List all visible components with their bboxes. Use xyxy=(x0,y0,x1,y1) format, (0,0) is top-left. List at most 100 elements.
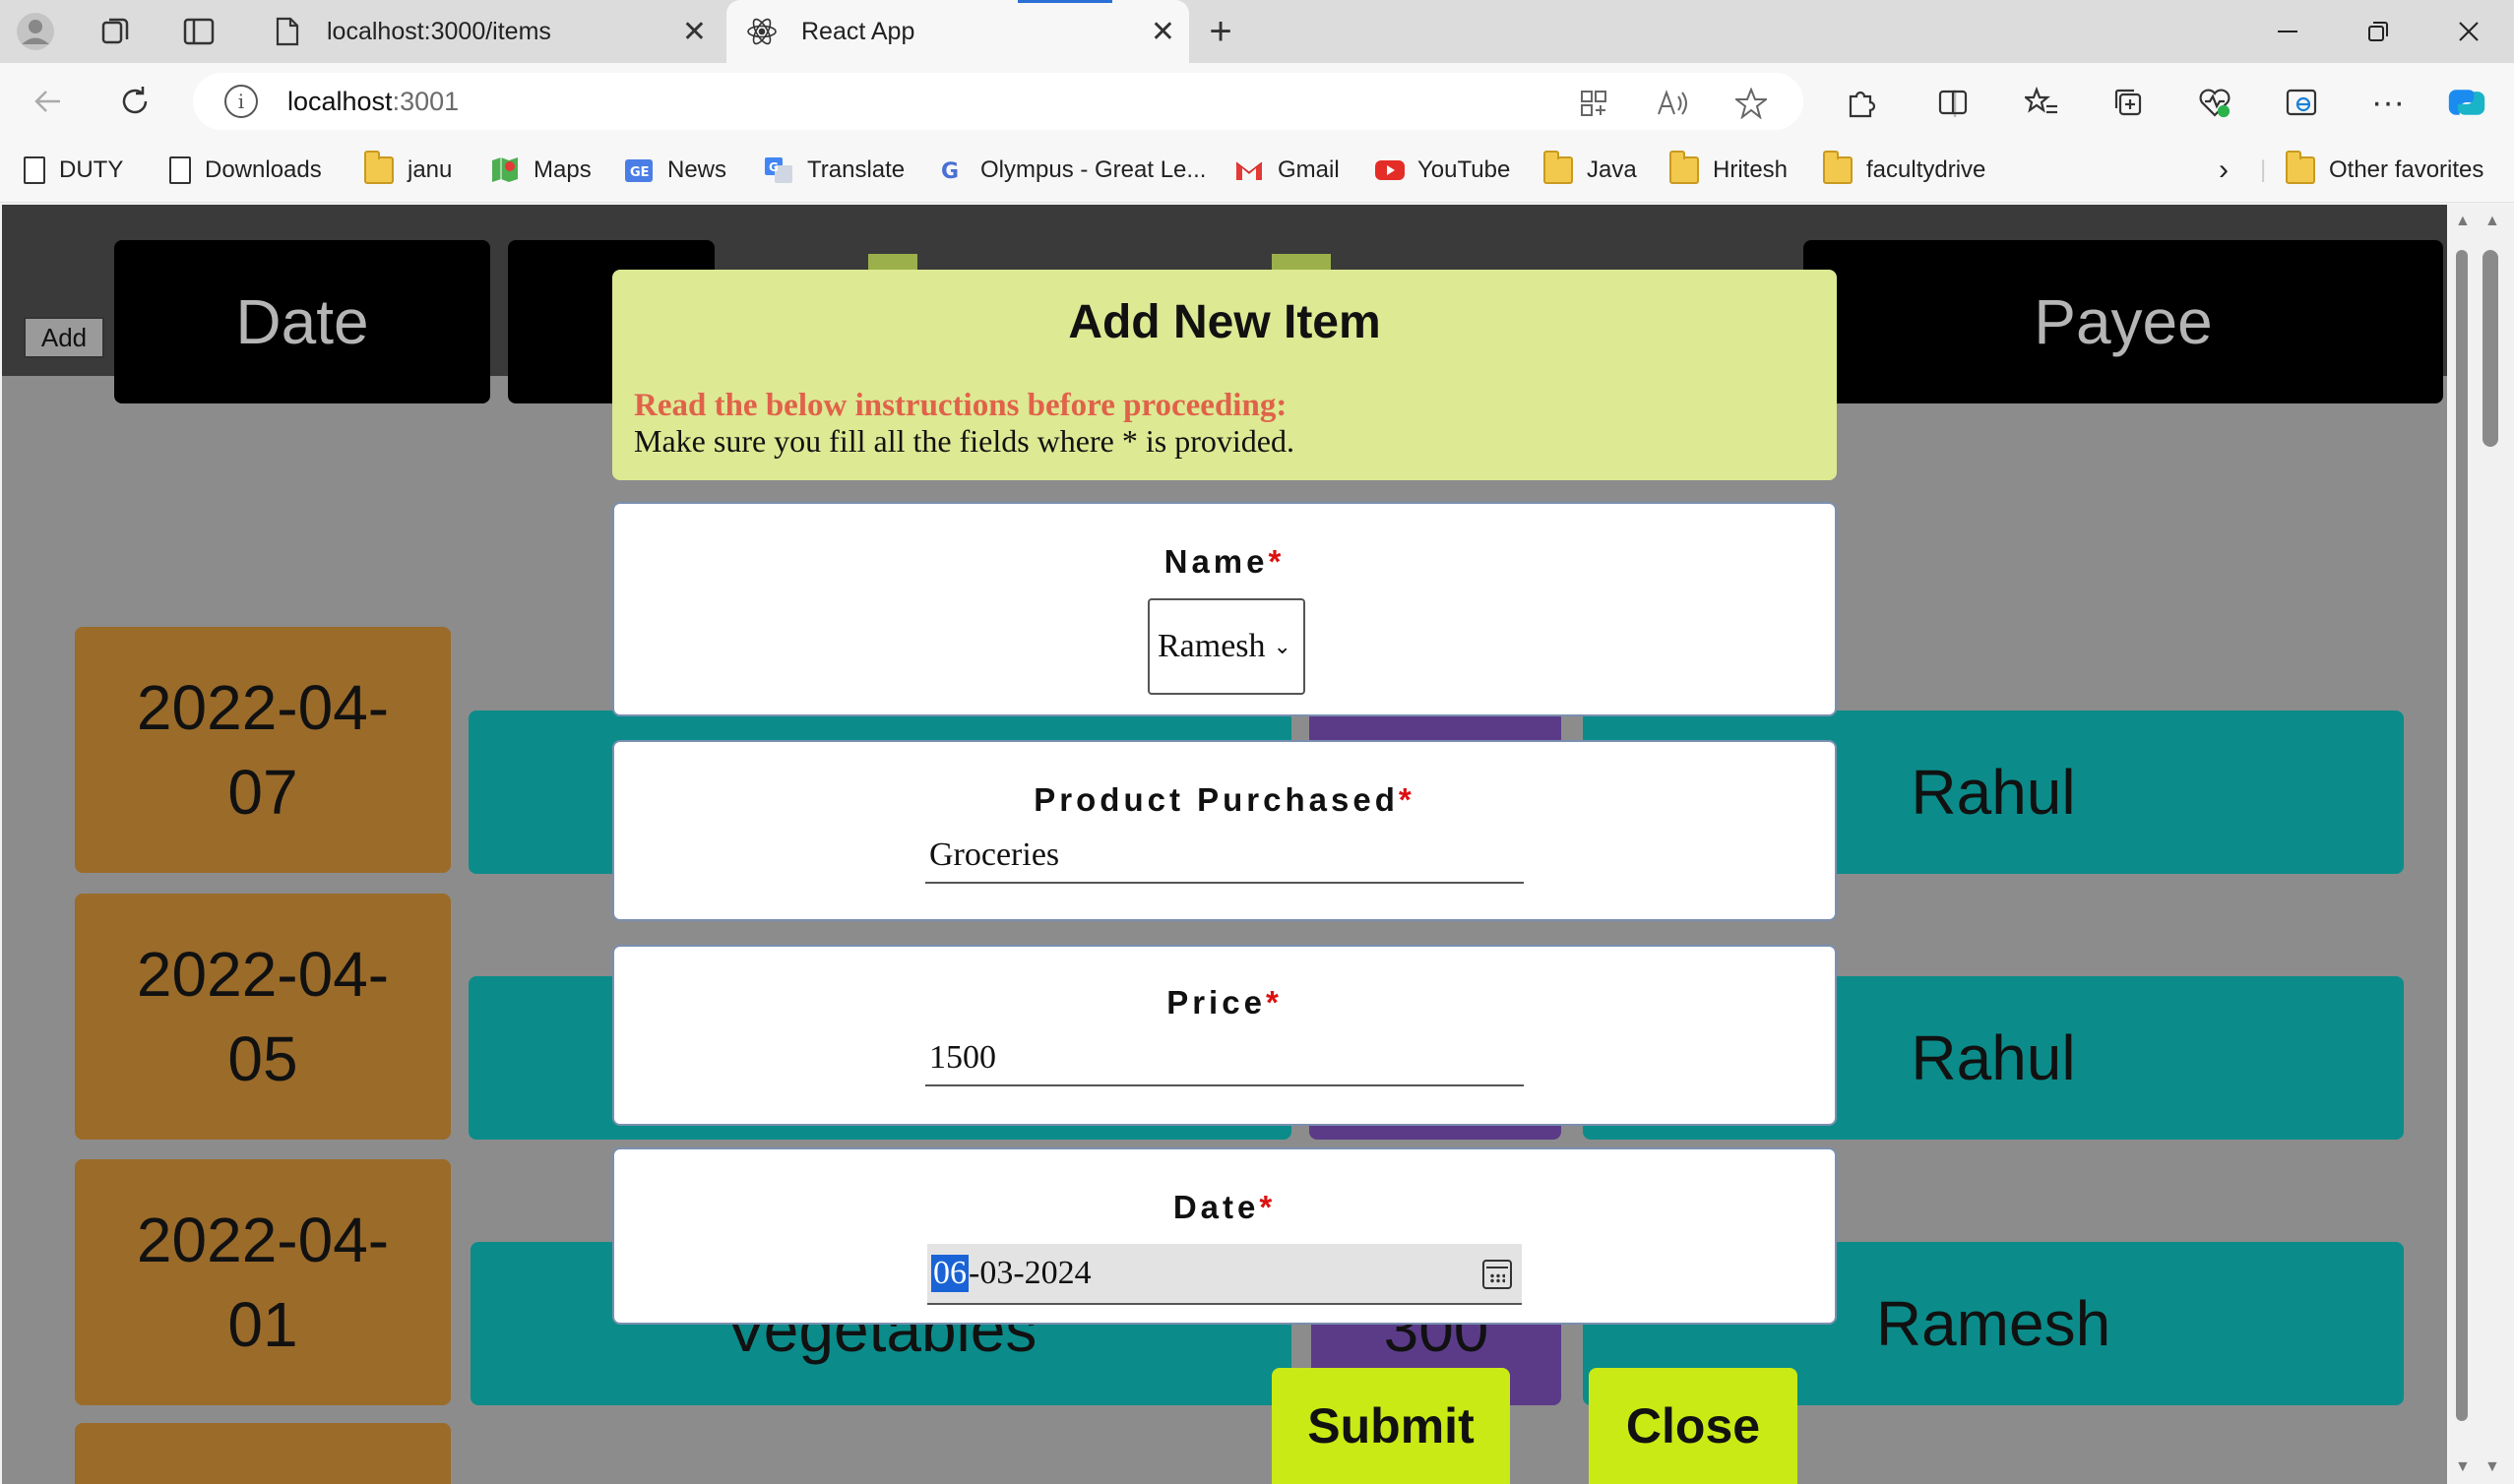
price-label: Price* xyxy=(614,984,1835,1021)
instructions-title: Read the below instructions before proce… xyxy=(634,388,1288,423)
label-text: Price xyxy=(1166,984,1266,1020)
label-text: Date xyxy=(1172,1189,1260,1225)
collections-icon[interactable] xyxy=(2108,83,2148,122)
bookmark-facultydrive[interactable]: facultydrive xyxy=(1823,151,1986,187)
bookmark-label: Gmail xyxy=(1278,156,1340,183)
select-value: Ramesh xyxy=(1158,628,1266,664)
tab-items[interactable]: localhost:3000/items ✕ xyxy=(252,0,721,63)
price-input[interactable]: 1500 xyxy=(925,1031,1524,1086)
close-button[interactable]: Close xyxy=(1589,1368,1797,1484)
submit-button[interactable]: Submit xyxy=(1272,1368,1510,1484)
back-icon[interactable] xyxy=(26,79,71,124)
tab-react-app[interactable]: React App ✕ xyxy=(726,0,1189,63)
refresh-icon[interactable] xyxy=(112,79,157,124)
svg-text:GE: GE xyxy=(630,165,650,180)
bookmark-janu[interactable]: janu xyxy=(364,151,452,187)
bookmark-label: Java xyxy=(1587,156,1637,183)
scroll-up-icon[interactable]: ▲ xyxy=(2455,213,2471,230)
date-day-segment[interactable]: 06 xyxy=(931,1255,969,1292)
minimize-icon[interactable] xyxy=(2258,10,2317,53)
browser-essentials-icon[interactable] xyxy=(2195,83,2234,122)
bookmark-duty[interactable]: DUTY xyxy=(24,154,123,187)
news-icon: GE xyxy=(624,156,654,184)
copilot-icon[interactable] xyxy=(2447,83,2486,122)
name-select[interactable]: Ramesh ⌄ xyxy=(1148,598,1305,695)
favorite-star-icon[interactable] xyxy=(1734,87,1768,120)
scroll-down-icon[interactable]: ▼ xyxy=(2455,1458,2471,1476)
bookmark-label: Translate xyxy=(807,156,906,183)
label-text: Product Purchased xyxy=(1034,781,1399,818)
close-tab-icon[interactable]: ✕ xyxy=(1151,15,1175,49)
price-field-group: Price* 1500 xyxy=(612,945,1837,1126)
site-info-icon[interactable]: i xyxy=(224,85,258,118)
calendar-icon[interactable] xyxy=(1482,1260,1512,1289)
bookmark-other-favorites[interactable]: Other favorites xyxy=(2286,151,2484,187)
split-screen-icon[interactable] xyxy=(1933,83,1973,122)
date-rest-segment[interactable]: -03-2024 xyxy=(969,1255,1092,1292)
bookmark-news[interactable]: GE News xyxy=(624,154,726,187)
tab-title: localhost:3000/items xyxy=(327,17,551,45)
bookmark-youtube[interactable]: YouTube xyxy=(1374,154,1510,187)
vertical-tabs-icon[interactable] xyxy=(177,10,220,53)
bookmark-label: Other favorites xyxy=(2329,156,2484,183)
close-window-icon[interactable] xyxy=(2439,10,2498,53)
bookmark-label: News xyxy=(667,156,727,183)
bookmark-label: facultydrive xyxy=(1866,156,1986,183)
google-icon: G xyxy=(937,156,967,184)
chevron-down-icon: ⌄ xyxy=(1273,634,1291,658)
bookmark-label: Olympus - Great Le... xyxy=(980,156,1207,183)
favorites-icon[interactable] xyxy=(2022,83,2061,122)
modal-header: Add New Item Read the below instructions… xyxy=(612,270,1837,480)
read-aloud-icon[interactable] xyxy=(1656,87,1689,120)
label-text: Name xyxy=(1163,543,1269,580)
tab-bar: localhost:3000/items ✕ React App ✕ + xyxy=(0,0,2514,63)
bookmark-maps[interactable]: Maps xyxy=(490,154,592,187)
edge-bar-icon[interactable] xyxy=(2282,83,2321,122)
name-label: Name* xyxy=(614,543,1835,581)
scrollbar-thumb[interactable] xyxy=(2456,250,2468,1421)
bookmark-olympus[interactable]: G Olympus - Great Le... xyxy=(937,154,1206,187)
outer-scrollbar[interactable]: ▲ ▼ xyxy=(2475,205,2514,1484)
date-label: Date* xyxy=(614,1189,1835,1226)
required-marker: * xyxy=(1398,781,1415,818)
bookmark-downloads[interactable]: Downloads xyxy=(169,154,322,187)
product-label: Product Purchased* xyxy=(614,781,1835,819)
date-cell-text: 2022-04- xyxy=(136,939,390,1010)
bookmark-label: Hritesh xyxy=(1713,156,1789,183)
bookmark-hritesh[interactable]: Hritesh xyxy=(1669,151,1789,187)
add-button[interactable]: Add xyxy=(24,317,104,358)
date-cell-wrap: 2022-04- 07 xyxy=(137,665,389,835)
address-bar-row: i localhost:3001 | ··· xyxy=(0,63,2514,138)
bookmark-java[interactable]: Java xyxy=(1543,151,1637,187)
restore-icon[interactable] xyxy=(2349,10,2408,53)
scroll-down-icon[interactable]: ▼ xyxy=(2484,1458,2500,1476)
required-marker: * xyxy=(1268,543,1286,580)
react-icon xyxy=(746,16,778,47)
folder-icon xyxy=(364,151,394,184)
bookmark-label: DUTY xyxy=(59,156,124,183)
url-field[interactable]: i localhost:3001 xyxy=(193,73,1803,130)
bookmark-translate[interactable]: G Translate xyxy=(764,154,905,187)
date-cell-wrap: 2022-04- 05 xyxy=(137,932,389,1101)
scroll-up-icon[interactable]: ▲ xyxy=(2484,213,2500,230)
date-cell-text: 07 xyxy=(227,757,298,828)
product-input[interactable]: Groceries xyxy=(925,829,1524,884)
chevron-right-icon[interactable]: › xyxy=(2219,154,2229,187)
page-scrollbar[interactable]: ▲ ▼ xyxy=(2449,205,2475,1484)
date-input[interactable]: 06 -03-2024 xyxy=(927,1244,1522,1305)
profile-icon[interactable] xyxy=(14,10,57,53)
maps-icon xyxy=(490,156,520,184)
bookmarks-bar: DUTY Downloads janu Maps GE News G Trans… xyxy=(0,138,2514,203)
extensions-icon[interactable] xyxy=(1841,83,1880,122)
folder-icon xyxy=(1823,151,1853,184)
workspaces-icon[interactable] xyxy=(94,10,138,53)
translate-icon: G xyxy=(764,156,793,184)
close-tab-icon[interactable]: ✕ xyxy=(682,15,707,49)
scrollbar-thumb[interactable] xyxy=(2483,250,2498,447)
more-options-icon[interactable]: ··· xyxy=(2368,83,2408,122)
new-tab-icon[interactable]: + xyxy=(1199,10,1242,53)
app-available-icon[interactable] xyxy=(1577,87,1610,120)
url-host: localhost xyxy=(287,86,393,116)
date-cell: 2022-04- 07 xyxy=(75,627,451,873)
bookmark-gmail[interactable]: Gmail xyxy=(1234,154,1340,187)
